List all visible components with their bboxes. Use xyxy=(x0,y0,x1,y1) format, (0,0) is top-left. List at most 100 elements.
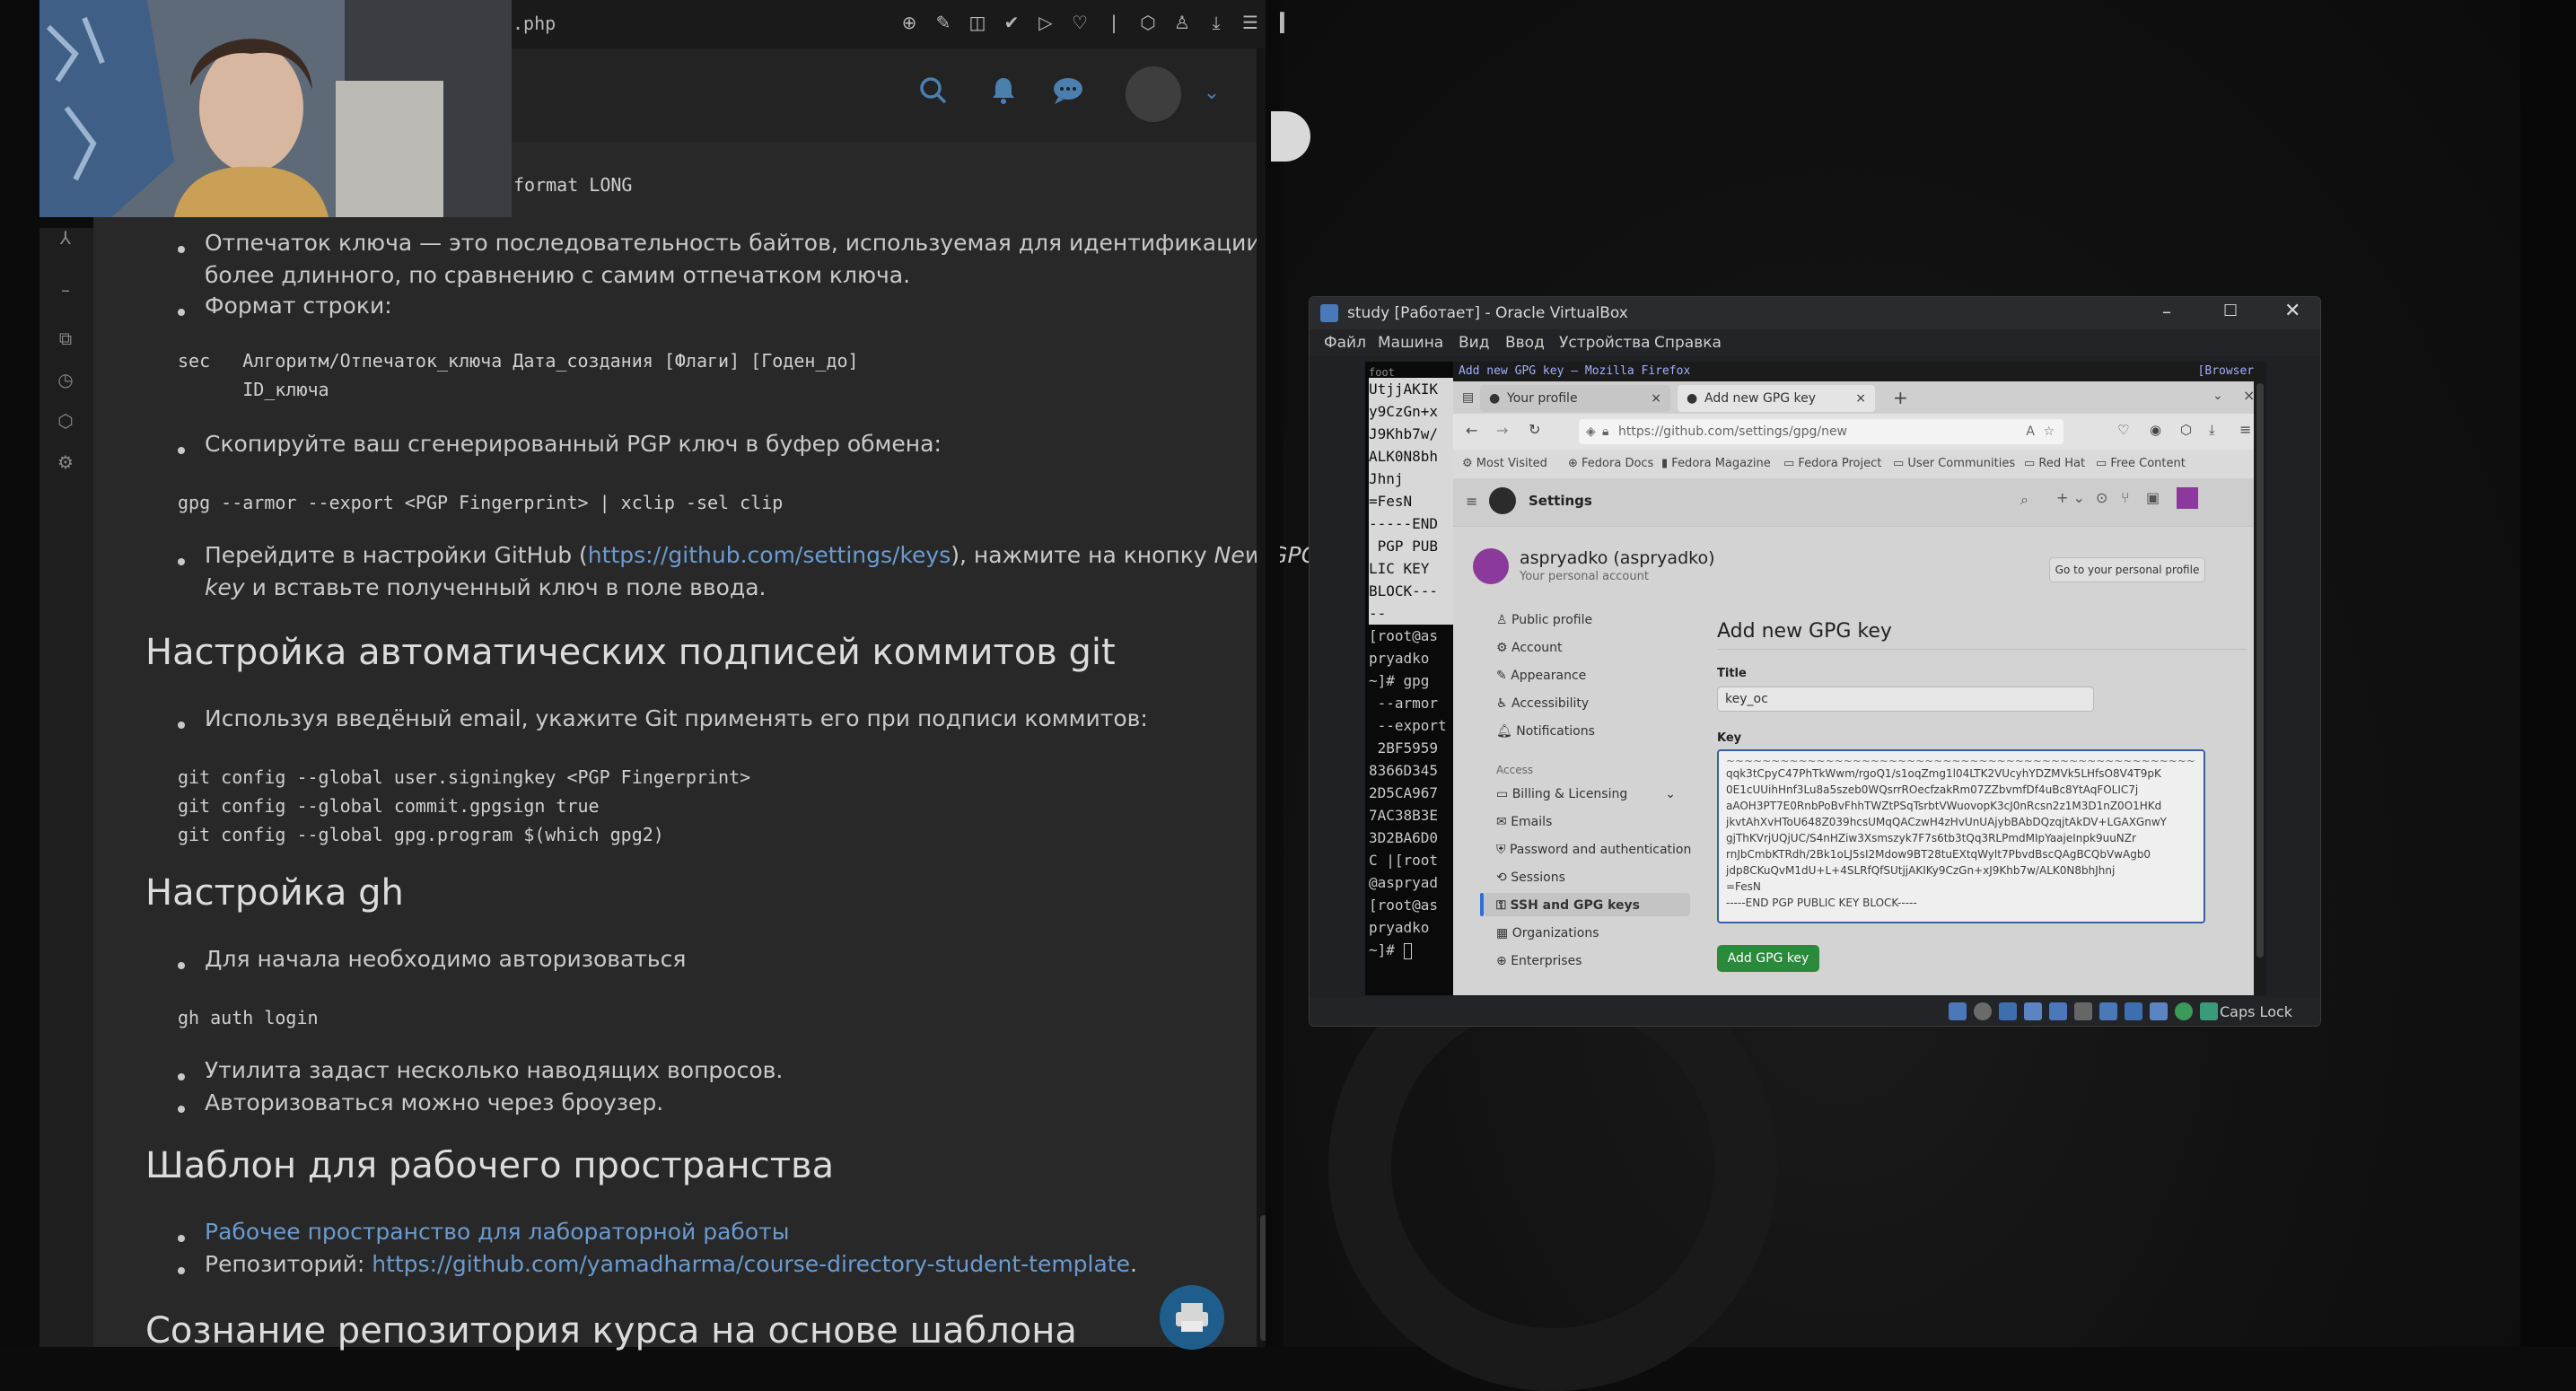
close-tab-icon[interactable]: × xyxy=(1651,385,1661,412)
sidebar-public-profile[interactable]: ♙ Public profile xyxy=(1496,613,1592,627)
menu-view[interactable]: Вид xyxy=(1459,334,1489,352)
close-tab-icon[interactable]: × xyxy=(1855,385,1866,412)
go-to-profile-button[interactable]: Go to your personal profile xyxy=(2049,557,2205,582)
download-icon[interactable]: ⤓ xyxy=(1205,9,1228,36)
user-icon[interactable]: ♙ xyxy=(1170,9,1194,36)
clock-icon[interactable]: ◷ xyxy=(56,370,75,389)
url-fragment[interactable]: .php xyxy=(513,13,556,34)
menu-devices[interactable]: Устройства xyxy=(1559,334,1651,352)
user-avatar[interactable] xyxy=(2177,487,2198,509)
user-name[interactable]: aspryadko (aspryadko) xyxy=(1520,548,1715,568)
translate-icon[interactable]: A xyxy=(2026,419,2035,444)
menu-machine[interactable]: Машина xyxy=(1378,334,1443,352)
recording-icon[interactable] xyxy=(2125,1002,2142,1020)
create-icon[interactable]: + ⌄ xyxy=(2056,489,2085,506)
sidebar-accessibility[interactable]: ♿︎ Accessibility xyxy=(1496,696,1589,711)
close-icon[interactable]: ✕ xyxy=(2284,300,2300,322)
print-button[interactable] xyxy=(1160,1285,1224,1350)
hamburger-icon[interactable]: ≡ xyxy=(1466,493,1477,510)
menu-file[interactable]: Файл xyxy=(1324,334,1366,352)
bookmark-free-content[interactable]: ▭ Free Content xyxy=(2096,457,2186,470)
sidebar-organizations[interactable]: ▦ Organizations xyxy=(1496,926,1599,940)
chevron-down-icon[interactable]: ⌄ xyxy=(1194,75,1230,111)
tab-add-gpg-key[interactable]: ● Add new GPG key × xyxy=(1678,385,1875,412)
sidebar-account[interactable]: ⚙ Account xyxy=(1496,641,1563,655)
hamburger-icon[interactable]: ≡ xyxy=(2239,421,2251,438)
bookmark-fedora-magazine[interactable]: ▮ Fedora Magazine xyxy=(1661,457,1771,470)
heart-icon[interactable]: ♡ xyxy=(1068,9,1091,36)
pin-icon[interactable]: ⅄ xyxy=(56,228,75,248)
camera-icon[interactable]: ◫ xyxy=(966,9,989,36)
sidebar-notifications[interactable]: 🔔︎ Notifications xyxy=(1496,724,1595,739)
minimize-icon[interactable]: – xyxy=(2162,301,2171,322)
issues-icon[interactable]: ⊙ xyxy=(2096,489,2107,506)
play-icon[interactable]: ▷ xyxy=(1034,9,1057,36)
bookmark-most-visited[interactable]: ⚙ Most Visited xyxy=(1462,457,1547,470)
cpu-icon[interactable] xyxy=(2150,1002,2168,1020)
link-workspace[interactable]: Рабочее пространство для лабораторной ра… xyxy=(205,1219,789,1245)
sidebar-sessions[interactable]: ⟲ Sessions xyxy=(1496,870,1565,885)
hdd-icon[interactable] xyxy=(1949,1002,1967,1020)
edit-icon[interactable]: ✎ xyxy=(932,9,955,36)
shared-folders-icon[interactable] xyxy=(2074,1002,2092,1020)
reload-icon[interactable]: ↻ xyxy=(1529,421,1540,438)
bookmark-fedora-project[interactable]: ▭ Fedora Project xyxy=(1783,457,1881,470)
new-tab-icon[interactable]: + xyxy=(1893,387,1908,408)
sidebar-enterprises[interactable]: ⊕ Enterprises xyxy=(1496,954,1582,968)
guest-screen[interactable]: foot UtjjAKIK y9CzGn+x J9Khb7w/ALK0N8bh Jhn… xyxy=(1365,362,2266,995)
audio-icon[interactable] xyxy=(1999,1002,2017,1020)
maximize-icon[interactable]: ☐ xyxy=(2223,302,2238,320)
sidebar-billing[interactable]: ▭ Billing & Licensing ⌄ xyxy=(1496,787,1676,801)
check-icon[interactable]: ✔ xyxy=(1000,9,1023,36)
star-icon[interactable]: ☆ xyxy=(2043,419,2055,444)
inbox-icon[interactable]: ▣ xyxy=(2146,489,2160,506)
menu-help[interactable]: Справка xyxy=(1654,334,1722,352)
forward-icon[interactable]: → xyxy=(1496,422,1508,439)
avatar[interactable] xyxy=(1126,66,1181,122)
back-icon[interactable]: ← xyxy=(1466,422,1477,439)
display-icon[interactable] xyxy=(2099,1002,2117,1020)
bell-icon[interactable] xyxy=(986,75,1021,111)
sidebar-ssh-gpg-keys[interactable]: ⚿ SSH and GPG keys xyxy=(1496,898,1640,913)
cube-icon[interactable]: ⬡ xyxy=(56,411,75,431)
keyboard-icon[interactable] xyxy=(2200,1002,2218,1020)
menu-input[interactable]: Ввод xyxy=(1505,334,1545,352)
add-gpg-key-button[interactable]: Add GPG key xyxy=(1717,945,1819,972)
link-repo[interactable]: https://github.com/yamadharma/course-dir… xyxy=(372,1251,1130,1277)
guest-scrollbar[interactable] xyxy=(2254,362,2266,995)
tab-your-profile[interactable]: ● Your profile × xyxy=(1480,385,1670,412)
tab-list-icon[interactable]: ▤ xyxy=(1462,390,1474,405)
usb-icon[interactable] xyxy=(2049,1002,2067,1020)
gear-icon[interactable]: ⚙ xyxy=(56,452,75,472)
sidebar-appearance[interactable]: ✎ Appearance xyxy=(1496,669,1586,683)
guest-scrollbar-thumb[interactable] xyxy=(2256,383,2264,958)
bookmark-fedora-docs[interactable]: ⊕ Fedora Docs xyxy=(1568,457,1653,470)
user-avatar-large[interactable] xyxy=(1473,548,1509,584)
github-logo-icon[interactable] xyxy=(1489,487,1516,514)
menu-icon[interactable]: ☰ xyxy=(1239,9,1262,36)
search-icon[interactable] xyxy=(916,75,951,111)
sidebar-emails[interactable]: ✉ Emails xyxy=(1496,815,1552,829)
bookmark-user-communities[interactable]: ▭ User Communities xyxy=(1893,457,2015,470)
bookmark-red-hat[interactable]: ▭ Red Hat xyxy=(2024,457,2085,470)
title-input[interactable]: key_oc xyxy=(1717,687,2094,712)
terminal[interactable]: foot UtjjAKIK y9CzGn+x J9Khb7w/ALK0N8bh Jhn… xyxy=(1365,362,1453,995)
windows-icon[interactable]: ⧉ xyxy=(56,328,75,348)
optical-icon[interactable] xyxy=(1974,1002,1992,1020)
sidebar-password[interactable]: ⛨ Password and authentication xyxy=(1496,843,1691,857)
zoom-in-icon[interactable]: ⊕ xyxy=(898,9,921,36)
chat-icon[interactable] xyxy=(1050,75,1086,111)
box-icon[interactable]: ⬡ xyxy=(1136,9,1160,36)
search-icon[interactable]: ⌕ xyxy=(2020,491,2028,509)
key-textarea[interactable]: ~~~~~~~~~~~~~~~~~~~~~~~~~~~~~~~~~~~~~~~~… xyxy=(1717,749,2205,923)
network-icon[interactable] xyxy=(2024,1002,2042,1020)
pull-requests-icon[interactable]: ⑂ xyxy=(2121,489,2130,506)
download-icon[interactable]: ⤓ xyxy=(2209,422,2215,438)
account-icon[interactable]: ◉ xyxy=(2150,422,2161,438)
extensions-icon[interactable]: ⬡ xyxy=(2180,422,2192,438)
mouse-integration-icon[interactable] xyxy=(2175,1002,2193,1020)
address-bar[interactable]: ◈ 🔒︎ https://github.com/settings/gpg/new… xyxy=(1579,419,2063,444)
pocket-icon[interactable]: ♡ xyxy=(2117,422,2129,438)
link-github-keys[interactable]: https://github.com/settings/keys xyxy=(588,542,951,568)
tab-overflow-icon[interactable]: ⌄ xyxy=(2212,389,2223,403)
